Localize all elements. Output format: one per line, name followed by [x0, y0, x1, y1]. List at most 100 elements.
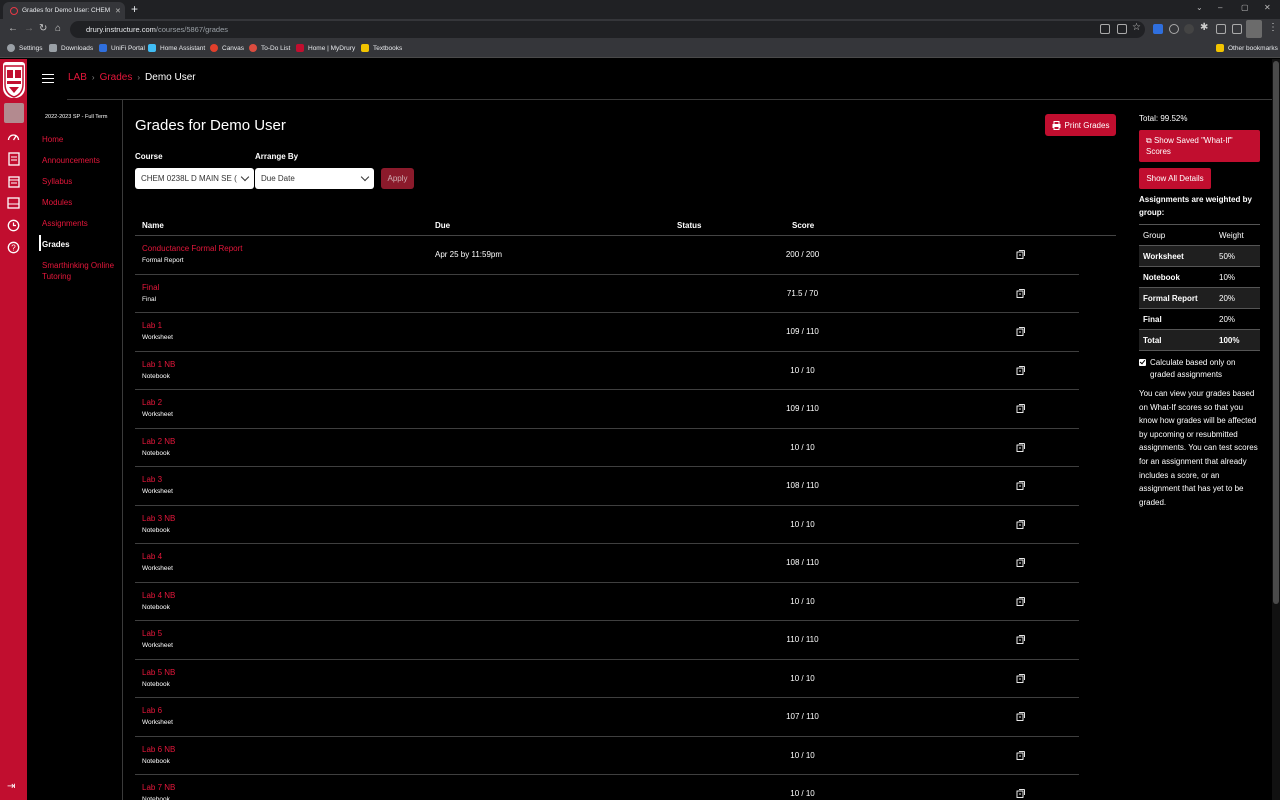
assignment-score[interactable]: 200 / 200: [755, 250, 850, 259]
back-icon[interactable]: ←: [8, 23, 18, 34]
drury-logo[interactable]: [3, 62, 25, 98]
bookmark-star-icon[interactable]: ☆: [1132, 22, 1141, 33]
scrollbar-thumb[interactable]: [1273, 61, 1279, 604]
assignment-link[interactable]: Lab 3 NB: [142, 514, 175, 523]
browser-menu-icon[interactable]: ⋮: [1268, 22, 1278, 33]
score-details-icon[interactable]: [1016, 750, 1025, 760]
new-tab-button[interactable]: +: [131, 2, 138, 16]
help-nav-icon[interactable]: ?: [0, 237, 27, 257]
tab-close-icon[interactable]: ✕: [115, 7, 121, 15]
show-whatif-button[interactable]: ⧉ Show Saved "What-If" Scores: [1139, 130, 1260, 162]
assignment-score[interactable]: 110 / 110: [755, 635, 850, 644]
reload-icon[interactable]: ↻: [39, 23, 47, 34]
score-details-icon[interactable]: [1016, 789, 1025, 798]
assignment-score[interactable]: 108 / 110: [755, 558, 850, 567]
assignment-score[interactable]: 10 / 10: [755, 789, 850, 798]
score-details-icon[interactable]: [1016, 365, 1025, 375]
assignment-link[interactable]: Lab 7 NB: [142, 783, 175, 792]
assignment-link[interactable]: Lab 4 NB: [142, 591, 175, 600]
assignment-score[interactable]: 109 / 110: [755, 404, 850, 413]
sidepanel-icon[interactable]: [1232, 24, 1242, 34]
assignment-score[interactable]: 10 / 10: [755, 674, 850, 683]
hamburger-menu-icon[interactable]: [42, 74, 54, 83]
history-nav-icon[interactable]: [0, 215, 27, 235]
assignment-link[interactable]: Lab 3: [142, 475, 162, 484]
install-icon[interactable]: [1100, 24, 1110, 34]
assignment-score[interactable]: 10 / 10: [755, 751, 850, 760]
forward-icon[interactable]: →: [24, 23, 34, 34]
score-details-icon[interactable]: [1016, 288, 1025, 298]
account-avatar[interactable]: [0, 102, 27, 124]
score-details-icon[interactable]: [1016, 442, 1025, 452]
bookmark-todo[interactable]: To-Do List: [249, 44, 290, 52]
collapse-nav-icon[interactable]: ⇥: [7, 781, 15, 792]
minimize-icon[interactable]: –: [1218, 3, 1222, 12]
assignment-score[interactable]: 107 / 110: [755, 712, 850, 721]
assignment-score[interactable]: 10 / 10: [755, 520, 850, 529]
print-grades-button[interactable]: Print Grades: [1045, 114, 1116, 136]
score-details-icon[interactable]: [1016, 558, 1025, 567]
bookmark-canvas[interactable]: Canvas: [210, 44, 244, 52]
maximize-icon[interactable]: ▢: [1241, 3, 1249, 12]
bitwarden-icon[interactable]: [1153, 24, 1163, 34]
bookmark-mydrury[interactable]: Home | MyDrury: [296, 44, 355, 52]
profile-avatar[interactable]: [1246, 20, 1262, 38]
calendar-nav-icon[interactable]: [0, 171, 27, 191]
assignment-score[interactable]: 10 / 10: [755, 366, 850, 375]
close-window-icon[interactable]: ✕: [1264, 3, 1271, 12]
assignment-score[interactable]: 108 / 110: [755, 481, 850, 490]
assignment-link[interactable]: Lab 2: [142, 398, 162, 407]
page-scrollbar[interactable]: [1272, 59, 1280, 800]
extension-icon[interactable]: [1184, 24, 1194, 34]
bookmark-home-assistant[interactable]: Home Assistant: [148, 44, 205, 52]
bookmark-textbooks[interactable]: Textbooks: [361, 44, 402, 52]
assignment-score[interactable]: 10 / 10: [755, 443, 850, 452]
arrange-by-select[interactable]: Due Date: [255, 168, 374, 189]
browser-tab[interactable]: Grades for Demo User: CHEM 23... ✕: [3, 2, 125, 19]
score-details-icon[interactable]: [1016, 327, 1025, 336]
cast-icon[interactable]: [1216, 24, 1226, 34]
breadcrumb-course[interactable]: LAB: [68, 72, 87, 83]
course-nav-syllabus[interactable]: Syllabus: [42, 176, 122, 187]
bookmark-unifi[interactable]: UniFi Portal: [99, 44, 145, 52]
course-nav-announcements[interactable]: Announcements: [42, 155, 122, 166]
course-nav-assignments[interactable]: Assignments: [42, 218, 122, 229]
assignment-link[interactable]: Lab 1 NB: [142, 360, 175, 369]
show-all-details-button[interactable]: Show All Details: [1139, 168, 1211, 189]
calc-graded-only-label[interactable]: Calculate based only on graded assignmen…: [1150, 357, 1250, 381]
share-icon[interactable]: [1117, 24, 1127, 34]
course-nav-grades[interactable]: Grades: [42, 239, 122, 250]
assignment-link[interactable]: Conductance Formal Report: [142, 244, 243, 253]
assignment-link[interactable]: Lab 4: [142, 552, 162, 561]
home-icon[interactable]: ⌂: [55, 23, 61, 34]
address-bar[interactable]: drury.instructure.com/courses/5867/grade…: [70, 21, 1145, 38]
score-details-icon[interactable]: [1016, 635, 1025, 644]
tab-search-icon[interactable]: ⌄: [1196, 3, 1203, 12]
course-nav-modules[interactable]: Modules: [42, 197, 122, 208]
assignment-link[interactable]: Final: [142, 283, 159, 292]
assignment-link[interactable]: Lab 5 NB: [142, 668, 175, 677]
extension-icon[interactable]: [1169, 24, 1179, 34]
assignment-link[interactable]: Lab 2 NB: [142, 437, 175, 446]
score-details-icon[interactable]: [1016, 250, 1025, 259]
dashboard-nav-icon[interactable]: [0, 127, 27, 147]
courses-nav-icon[interactable]: [0, 149, 27, 169]
score-details-icon[interactable]: [1016, 596, 1025, 606]
calc-graded-only-checkbox[interactable]: [1139, 359, 1146, 366]
inbox-nav-icon[interactable]: [0, 193, 27, 213]
score-details-icon[interactable]: [1016, 673, 1025, 683]
course-nav-smarthinking[interactable]: Smarthinking Online Tutoring: [42, 260, 122, 282]
assignment-link[interactable]: Lab 6: [142, 706, 162, 715]
extensions-puzzle-icon[interactable]: ✱: [1200, 22, 1208, 33]
assignment-score[interactable]: 71.5 / 70: [755, 289, 850, 298]
course-select[interactable]: CHEM 0238L D MAIN SE (: [135, 168, 254, 189]
score-details-icon[interactable]: [1016, 519, 1025, 529]
assignment-link[interactable]: Lab 5: [142, 629, 162, 638]
apply-button[interactable]: Apply: [381, 168, 414, 189]
course-nav-home[interactable]: Home: [42, 134, 122, 145]
assignment-link[interactable]: Lab 6 NB: [142, 745, 175, 754]
bookmark-settings[interactable]: Settings: [7, 44, 43, 52]
score-details-icon[interactable]: [1016, 404, 1025, 413]
assignment-score[interactable]: 109 / 110: [755, 327, 850, 336]
assignment-score[interactable]: 10 / 10: [755, 597, 850, 606]
